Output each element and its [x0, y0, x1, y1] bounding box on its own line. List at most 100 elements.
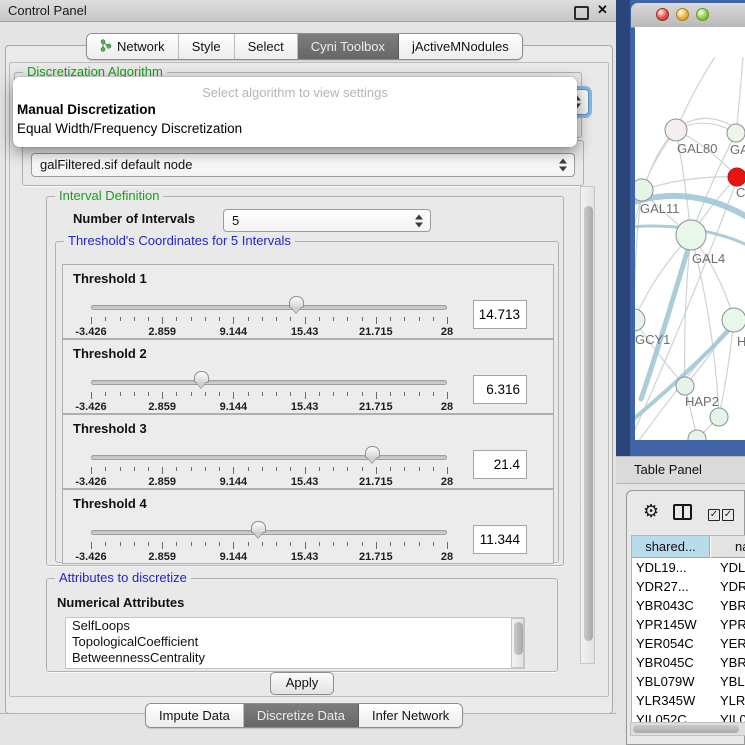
algorithm-option-manual-discretization[interactable]: Manual Discretization: [13, 100, 577, 119]
scale-label: -3.426: [75, 326, 106, 338]
threshold-3-box: Threshold 3-3.4262.8599.14415.4321.71528…: [62, 414, 554, 489]
tab-label: Discretize Data: [257, 708, 345, 723]
threshold-value-field[interactable]: 6.316: [473, 375, 527, 404]
threshold-value-field[interactable]: 21.4: [473, 450, 527, 479]
GAL80-node[interactable]: [665, 119, 687, 141]
tab-style[interactable]: Style: [179, 34, 235, 59]
HAP2-node[interactable]: [676, 377, 694, 395]
close-traffic-light[interactable]: [656, 8, 669, 21]
table-row[interactable]: YPR145WYPR1: [632, 616, 745, 635]
cell-shared-name: YDL19...: [636, 560, 687, 575]
GAL4-node[interactable]: [676, 220, 706, 250]
select-all-checkbox-icon[interactable]: ✓: [708, 509, 720, 521]
attributes-list-scrollbar[interactable]: [511, 618, 524, 668]
cell-name: YDR2: [720, 579, 745, 594]
threshold-slider-thumb[interactable]: [194, 371, 209, 383]
attribute-item-topologicalcoefficient[interactable]: TopologicalCoefficient: [66, 634, 524, 650]
app-root: Control Panel ✕ NetworkStyleSelectCyni T…: [0, 0, 745, 745]
threshold-value-field[interactable]: 11.344: [473, 525, 527, 554]
top-right-node[interactable]: [727, 124, 745, 142]
tab-network[interactable]: Network: [87, 34, 179, 59]
node-label-hap2: HAP2: [685, 394, 719, 409]
red-node[interactable]: [728, 168, 745, 186]
attribute-item-selfloops[interactable]: SelfLoops: [66, 618, 524, 634]
H-node[interactable]: [722, 308, 745, 332]
scale-label: 9.144: [220, 326, 248, 338]
threshold-1-box: Threshold 1-3.4262.8599.14415.4321.71528…: [62, 264, 554, 339]
subtab-infer-network[interactable]: Infer Network: [359, 704, 462, 727]
threshold-slider-track[interactable]: [91, 530, 447, 535]
subtab-discretize-data[interactable]: Discretize Data: [244, 704, 359, 727]
scale-label: 15.43: [291, 551, 319, 563]
threshold-slider-track[interactable]: [91, 455, 447, 460]
zoom-traffic-light[interactable]: [696, 8, 709, 21]
main-tab-bar: Network Style SelectCyni Toolbox jActiveMNo…: [86, 33, 523, 60]
table-row[interactable]: YDR27...YDR2: [632, 578, 745, 597]
number-of-intervals-select[interactable]: 5: [223, 209, 431, 232]
table-settings-gear-icon[interactable]: ⚙: [643, 502, 659, 520]
scale-label: -3.426: [75, 476, 106, 488]
tab-select[interactable]: Select: [235, 34, 298, 59]
tab-cyni-toolbox[interactable]: Cyni Toolbox: [298, 34, 399, 59]
node-label-gal80: GAL80: [677, 141, 717, 156]
subtab-impute-data[interactable]: Impute Data: [146, 704, 244, 727]
scale-label: 9.144: [220, 401, 248, 413]
table-row[interactable]: YBL079WYBL0: [632, 673, 745, 692]
float-window-icon[interactable]: [574, 6, 589, 20]
column-header-shared-name[interactable]: shared...: [632, 536, 710, 558]
table-horizontal-scrollbar[interactable]: [630, 722, 745, 736]
control-panel-window: Control Panel ✕ NetworkStyleSelectCyni T…: [0, 0, 618, 745]
scale-label: 21.715: [359, 476, 393, 488]
scale-label: 2.859: [148, 326, 176, 338]
table-row[interactable]: YDL19...YDL1: [632, 559, 745, 578]
threshold-slider-thumb[interactable]: [365, 446, 380, 458]
threshold-value-field[interactable]: 14.713: [473, 300, 527, 329]
column-header-name[interactable]: na: [711, 536, 745, 558]
minimize-traffic-light[interactable]: [676, 8, 689, 21]
select-none-checkbox-icon[interactable]: ✓: [722, 509, 734, 521]
cell-shared-name: YBL079W: [636, 674, 695, 689]
table-panel-window: ⚙ ✓ ✓ shared... na YDL19...YDL1YDR27...Y…: [626, 490, 745, 745]
threshold-slider-thumb[interactable]: [289, 296, 304, 308]
thresholds-group-title: Threshold's Coordinates for 5 Intervals: [64, 233, 295, 248]
table-row[interactable]: YER054CYER0: [632, 635, 745, 654]
attribute-item-betweennesscentrality[interactable]: BetweennessCentrality: [66, 650, 524, 666]
thresholds-group: Threshold's Coordinates for 5 Intervals …: [55, 241, 559, 563]
tab-jactivemnodules[interactable]: jActiveMNodules: [399, 34, 522, 59]
scale-label: 28: [441, 401, 453, 413]
GCY1-node[interactable]: [635, 309, 645, 331]
table-panel-titlebar: Table Panel: [616, 456, 745, 484]
threshold-slider-track[interactable]: [91, 380, 447, 385]
apply-button[interactable]: Apply: [270, 672, 334, 695]
bottom-node-2[interactable]: [688, 430, 706, 440]
tab-label: jActiveMNodules: [412, 39, 509, 54]
threshold-label: Threshold 2: [73, 346, 147, 361]
table-panel-title: Table Panel: [634, 462, 702, 477]
column-layout-icon[interactable]: [673, 504, 692, 520]
threshold-slider-thumb[interactable]: [251, 521, 266, 533]
node-label-ga: GA: [730, 142, 745, 157]
node-label-gcy1: GCY1: [635, 332, 670, 347]
scale-label: -3.426: [75, 401, 106, 413]
cell-name: YLR3: [720, 693, 745, 708]
network-edge: [635, 320, 685, 386]
tab-label: Style: [192, 39, 221, 54]
algorithm-option-equal-width-frequency-discretization[interactable]: Equal Width/Frequency Discretization: [13, 119, 577, 138]
GAL11-node[interactable]: [635, 179, 653, 201]
cell-shared-name: YLR345W: [636, 693, 695, 708]
table-row[interactable]: YLR345W YLR3: [632, 692, 745, 711]
threshold-slider-track[interactable]: [91, 305, 447, 310]
settings-vertical-scrollbar[interactable]: [580, 186, 595, 664]
table-row[interactable]: YBR043CYBR0: [632, 597, 745, 616]
table-data-select[interactable]: galFiltered.sif default node: [31, 153, 575, 177]
network-canvas[interactable]: GAL80GACGAL11GAL4GCY1HHAP2: [635, 27, 745, 440]
attributes-group-title: Attributes to discretize: [55, 570, 191, 585]
number-of-intervals-label: Number of Intervals: [73, 211, 195, 226]
scale-label: 9.144: [220, 551, 248, 563]
table-row[interactable]: YBR045CYBR0: [632, 654, 745, 673]
close-icon[interactable]: ✕: [597, 2, 608, 18]
interval-definition-group-title: Interval Definition: [55, 188, 163, 203]
node-label-gal4: GAL4: [692, 251, 725, 266]
bottom-node[interactable]: [710, 408, 728, 426]
numerical-attributes-list[interactable]: SelfLoopsTopologicalCoefficientBetweenne…: [65, 617, 525, 669]
